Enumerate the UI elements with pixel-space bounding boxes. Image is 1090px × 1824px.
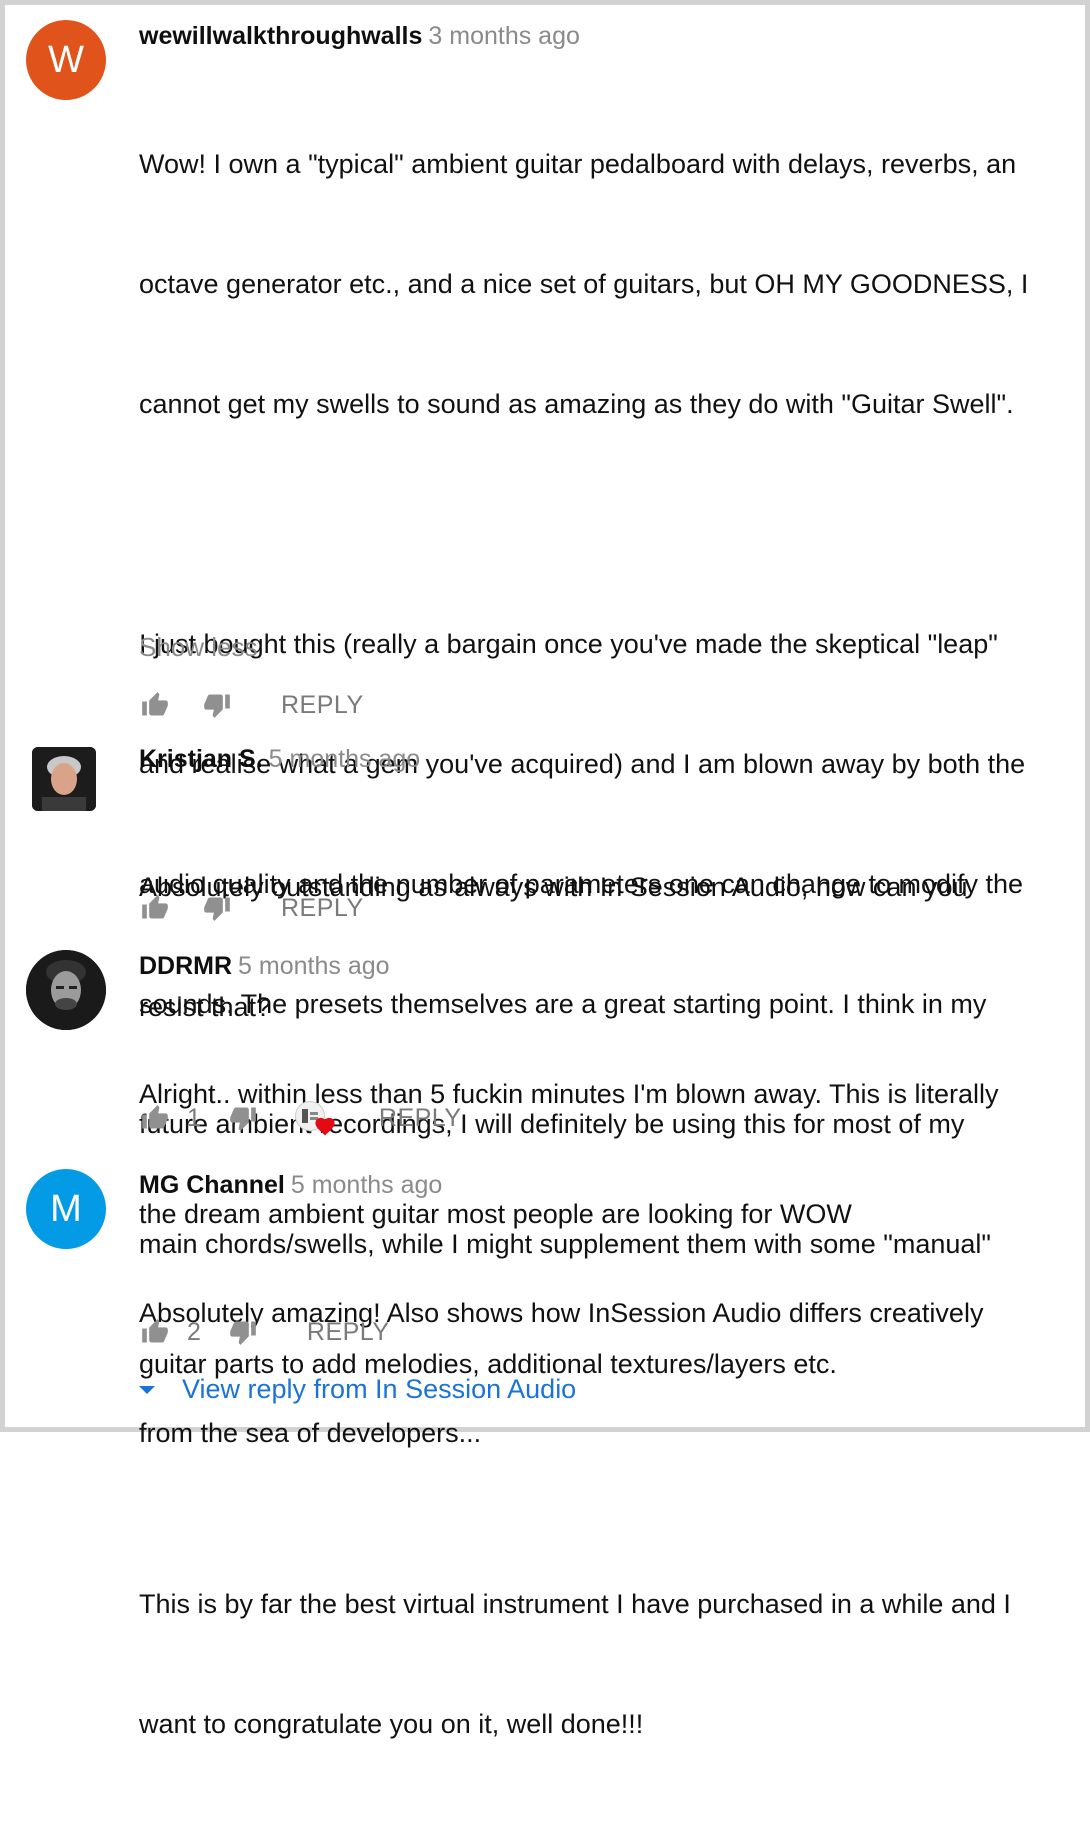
creator-heart-icon — [294, 1101, 335, 1136]
avatar-letter: M — [50, 1187, 82, 1230]
like-count: 2 — [187, 1317, 201, 1346]
comment-line: This is by far the best virtual instrume… — [139, 1589, 1011, 1619]
comment-line: octave generator etc., and a nice set of… — [139, 269, 1029, 299]
author-name[interactable]: DDRMR — [139, 952, 232, 980]
comment-actions: REPLY — [139, 685, 364, 725]
comment-header: MG Channel 5 months ago — [139, 1171, 442, 1200]
view-reply-button[interactable]: View reply from In Session Audio — [138, 1374, 576, 1405]
comment-line-blank — [139, 504, 1064, 544]
avatar[interactable]: W — [26, 20, 106, 100]
avatar[interactable] — [32, 747, 96, 811]
thumbs-up-icon[interactable] — [139, 1102, 171, 1134]
comment-actions: REPLY — [139, 888, 364, 928]
comment-actions: 1 REPLY — [139, 1098, 462, 1138]
author-name[interactable]: MG Channel — [139, 1171, 285, 1199]
avatar-letter: W — [48, 38, 84, 81]
author-name[interactable]: Kristjan S. — [139, 745, 263, 773]
user-photo-icon — [26, 950, 106, 1030]
comment-time[interactable]: 3 months ago — [428, 22, 580, 50]
avatar[interactable] — [26, 950, 106, 1030]
comment-header: Kristjan S. 5 months ago — [139, 745, 420, 774]
comment-line: from the sea of developers... — [139, 1418, 482, 1448]
thumbs-up-icon[interactable] — [139, 1316, 171, 1348]
user-photo-icon — [32, 747, 96, 811]
reply-button[interactable]: REPLY — [281, 894, 364, 923]
comment-time[interactable]: 5 months ago — [238, 952, 390, 980]
comment-text: Absolutely amazing! Also shows how InSes… — [139, 1213, 1064, 1533]
thumbs-up-icon[interactable] — [139, 892, 171, 924]
heart-icon — [315, 1117, 335, 1136]
reply-button[interactable]: REPLY — [379, 1104, 462, 1133]
author-name[interactable]: wewillwalkthroughwalls — [139, 22, 422, 50]
reply-button[interactable]: REPLY — [281, 691, 364, 720]
comment-time[interactable]: 5 months ago — [269, 745, 421, 773]
caret-down-icon — [139, 1385, 155, 1394]
like-count: 1 — [187, 1103, 201, 1132]
comment-line: I just bought this (really a bargain onc… — [139, 629, 998, 659]
comment-line: Wow! I own a "typical" ambient guitar pe… — [139, 149, 1017, 179]
thumbs-down-icon[interactable] — [227, 1316, 259, 1348]
comment-line: want to congratulate you on it, well don… — [139, 1709, 644, 1739]
avatar[interactable]: M — [26, 1169, 106, 1249]
show-less-button[interactable]: Show less — [139, 632, 258, 663]
view-reply-label: View reply from In Session Audio — [182, 1374, 577, 1404]
thumbs-down-icon[interactable] — [201, 892, 233, 924]
thumbs-up-icon[interactable] — [139, 689, 171, 721]
comment-line: cannot get my swells to sound as amazing… — [139, 389, 1014, 419]
thumbs-down-icon[interactable] — [227, 1102, 259, 1134]
comment-header: wewillwalkthroughwalls 3 months ago — [139, 22, 580, 51]
reply-button[interactable]: REPLY — [307, 1318, 390, 1347]
comment-header: DDRMR 5 months ago — [139, 952, 390, 981]
comment-actions: 2 REPLY — [139, 1312, 390, 1352]
thumbs-down-icon[interactable] — [201, 689, 233, 721]
comment-time[interactable]: 5 months ago — [291, 1171, 443, 1199]
